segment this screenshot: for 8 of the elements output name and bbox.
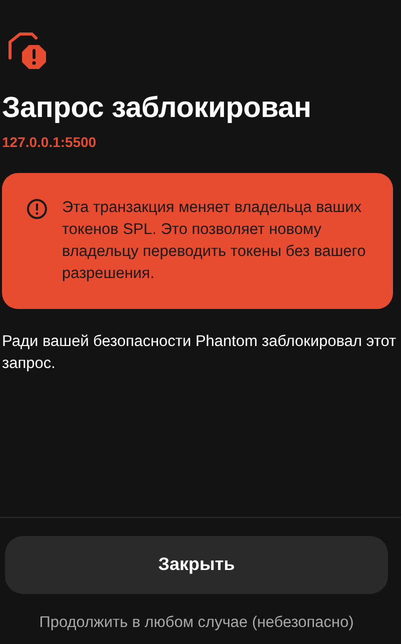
blocked-message: Ради вашей безопасности Phantom заблокировал этот запрос.: [2, 332, 398, 374]
site-origin: 127.0.0.1:5500: [2, 132, 98, 152]
shield-warning-icon: [6, 31, 46, 69]
warning-icon: [26, 198, 48, 220]
page-title: Запрос заблокирован: [2, 91, 312, 126]
close-button[interactable]: Закрыть: [5, 536, 388, 594]
warning-text: Эта транзакция меняет владельца ваших токенов SPL. Это позволяет новому владельцу переводить токены без вашего разрешения.: [62, 198, 367, 284]
continue-link[interactable]: Продолжить в любом случае (небезопасно): [35, 610, 358, 634]
